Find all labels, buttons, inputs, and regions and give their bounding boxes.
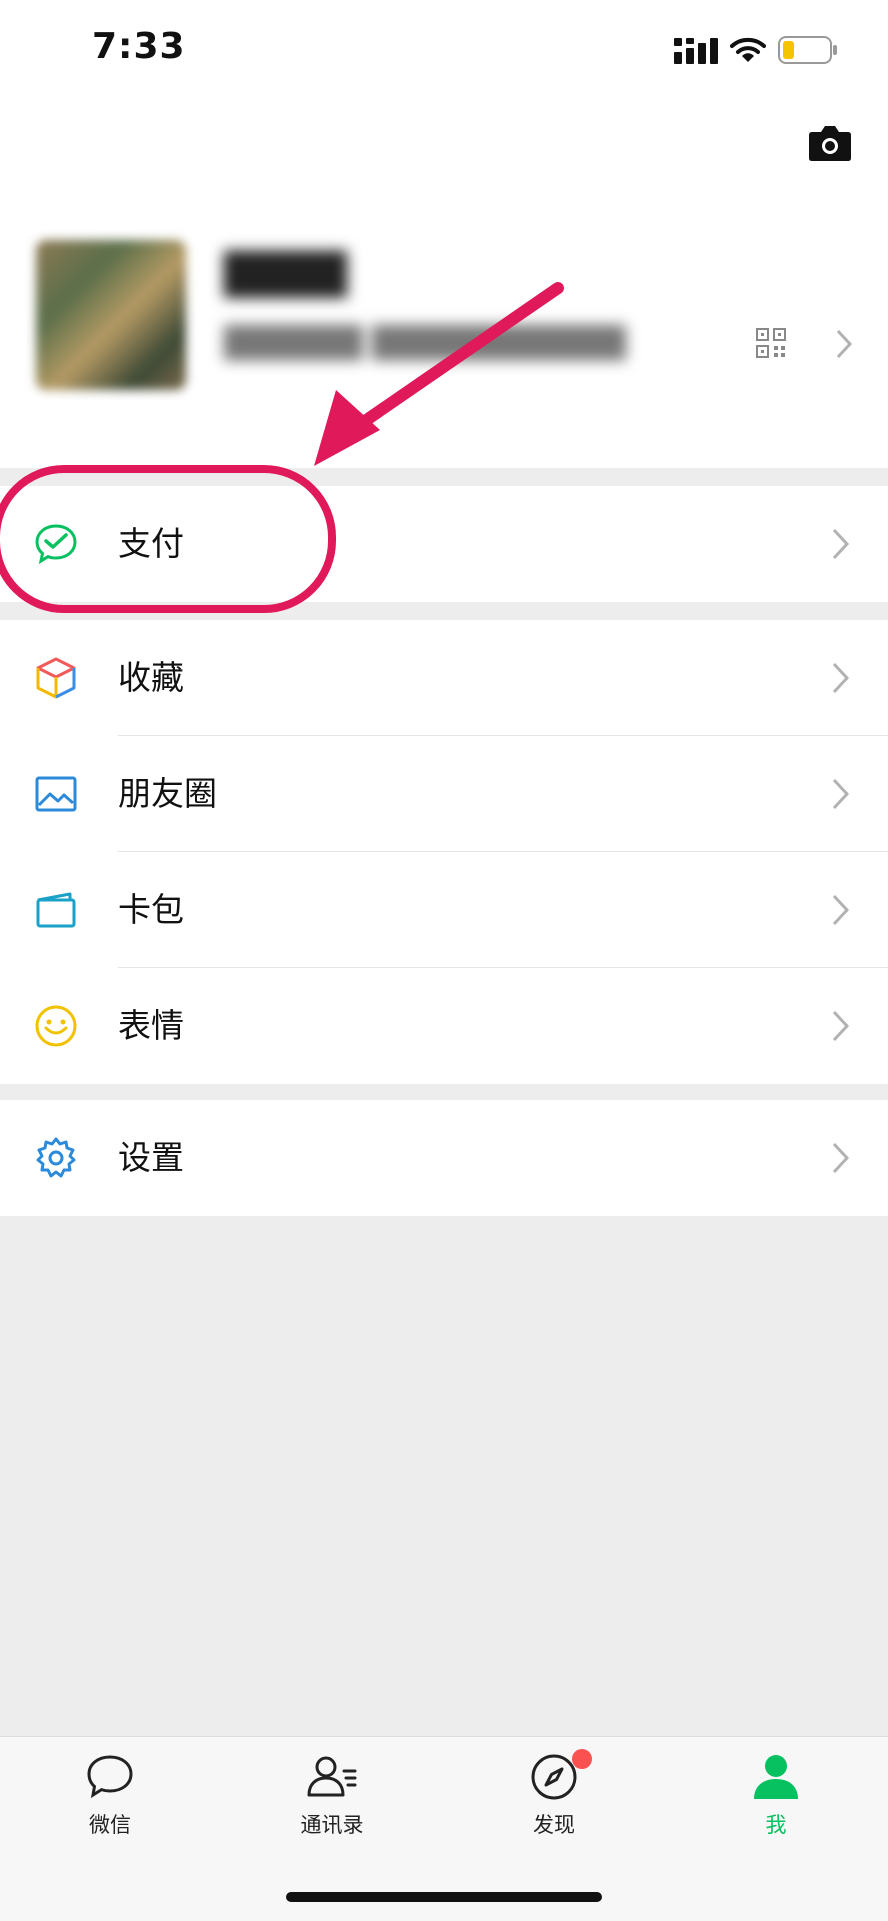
menu-label-moments: 朋友圈 bbox=[118, 774, 217, 813]
card-wallet-icon bbox=[36, 892, 76, 928]
contacts-icon bbox=[307, 1756, 357, 1797]
tab-contacts[interactable]: 通讯录 bbox=[252, 1751, 412, 1861]
battery-icon bbox=[778, 36, 837, 64]
menu-item-favorites[interactable]: 收藏 bbox=[0, 620, 888, 736]
cellular-signal-icon bbox=[674, 38, 718, 64]
menu-item-moments[interactable]: 朋友圈 bbox=[0, 736, 888, 852]
menu-item-stickers[interactable]: 表情 bbox=[0, 968, 888, 1084]
tab-chats[interactable]: 微信 bbox=[30, 1751, 190, 1861]
notification-badge bbox=[572, 1749, 592, 1769]
menu-label-cards: 卡包 bbox=[118, 890, 184, 929]
gear-icon bbox=[36, 1137, 76, 1178]
menu-item-settings[interactable]: 设置 bbox=[0, 1100, 888, 1216]
menu-label-favorites: 收藏 bbox=[118, 658, 184, 697]
tab-label-me: 我 bbox=[765, 1813, 787, 1837]
annotation-overlay bbox=[0, 282, 564, 613]
chevron-right-icon bbox=[832, 1010, 850, 1042]
tab-label-discover: 发现 bbox=[533, 1813, 575, 1837]
annotation-arrow-shaft bbox=[346, 282, 564, 436]
tab-discover[interactable]: 发现 bbox=[474, 1749, 634, 1861]
tab-me[interactable]: 我 bbox=[696, 1751, 856, 1861]
person-icon bbox=[754, 1755, 798, 1799]
features-group: 收藏 朋友圈 卡包 表情 bbox=[0, 620, 888, 1084]
camera-icon[interactable] bbox=[808, 124, 852, 162]
settings-group: 设置 bbox=[0, 1100, 888, 1216]
chevron-right-icon bbox=[832, 662, 850, 694]
annotation-arrow-head bbox=[314, 390, 380, 466]
menu-label-stickers: 表情 bbox=[118, 1006, 184, 1045]
tab-label-contacts: 通讯录 bbox=[300, 1813, 364, 1837]
smiley-face-icon bbox=[35, 1005, 77, 1047]
chevron-right-icon bbox=[832, 778, 850, 810]
chevron-right-icon bbox=[832, 1142, 850, 1174]
wifi-icon bbox=[730, 37, 766, 62]
menu-label-settings: 设置 bbox=[118, 1138, 184, 1177]
chat-bubble-icon bbox=[87, 1755, 133, 1799]
status-bar: 7:33 bbox=[0, 0, 888, 100]
menu-item-cards[interactable]: 卡包 bbox=[0, 852, 888, 968]
moments-picture-icon bbox=[35, 776, 77, 812]
tab-label-chats: 微信 bbox=[89, 1813, 131, 1837]
status-time: 7:33 bbox=[92, 26, 186, 67]
favorites-cube-icon bbox=[36, 657, 76, 699]
home-indicator[interactable] bbox=[286, 1892, 602, 1902]
chevron-right-icon bbox=[832, 894, 850, 926]
annotation-circle bbox=[0, 465, 336, 613]
